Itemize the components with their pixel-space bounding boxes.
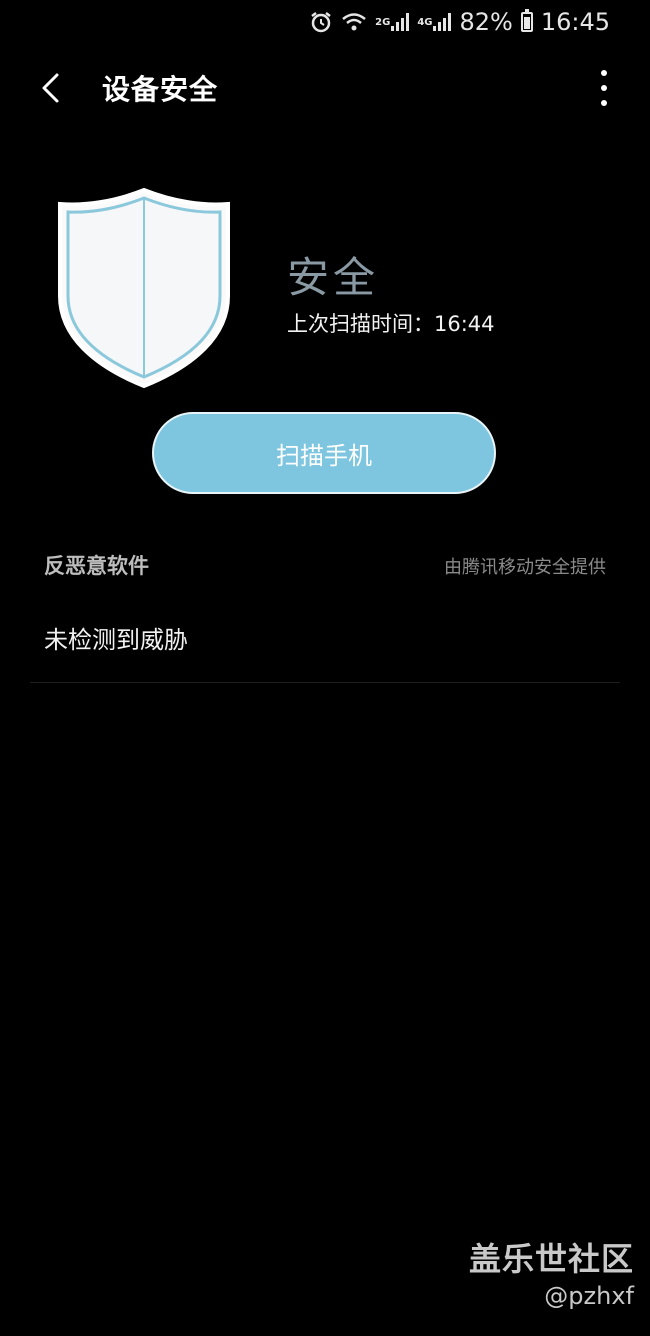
list-item-label: 未检测到威胁 <box>44 626 188 654</box>
signal-icon-2g: 2G <box>375 13 410 31</box>
app-bar: 设备安全 <box>0 56 650 120</box>
back-arrow-icon <box>42 73 59 103</box>
list-item-threat-status[interactable]: 未检测到威胁 <box>30 592 620 683</box>
signal-icon-4g: 4G <box>417 13 452 31</box>
network-2g-label: 2G <box>375 16 391 28</box>
battery-icon <box>520 9 533 32</box>
status-bar: 2G 4G 82% 16:45 <box>0 0 650 44</box>
watermark-title: 盖乐世社区 <box>468 1240 634 1278</box>
last-scan-time: 上次扫描时间：16:44 <box>287 312 495 336</box>
status-time: 16:45 <box>540 8 610 36</box>
section-provider: 由腾讯移动安全提供 <box>444 557 606 578</box>
alarm-icon <box>309 10 333 34</box>
more-options-button[interactable] <box>594 70 614 106</box>
scan-phone-button[interactable]: 扫描手机 <box>152 412 496 494</box>
watermark-user: @pzhxf <box>544 1282 634 1310</box>
back-button[interactable] <box>30 68 70 108</box>
more-options-icon <box>601 70 607 76</box>
wifi-icon <box>341 11 367 33</box>
battery-percent: 82% <box>459 8 513 36</box>
network-4g-label: 4G <box>417 16 433 28</box>
page-title: 设备安全 <box>102 73 219 106</box>
shield-icon <box>54 186 234 390</box>
security-status-title: 安全 <box>287 253 380 302</box>
section-header-anti-malware: 反恶意软件 <box>44 554 149 578</box>
